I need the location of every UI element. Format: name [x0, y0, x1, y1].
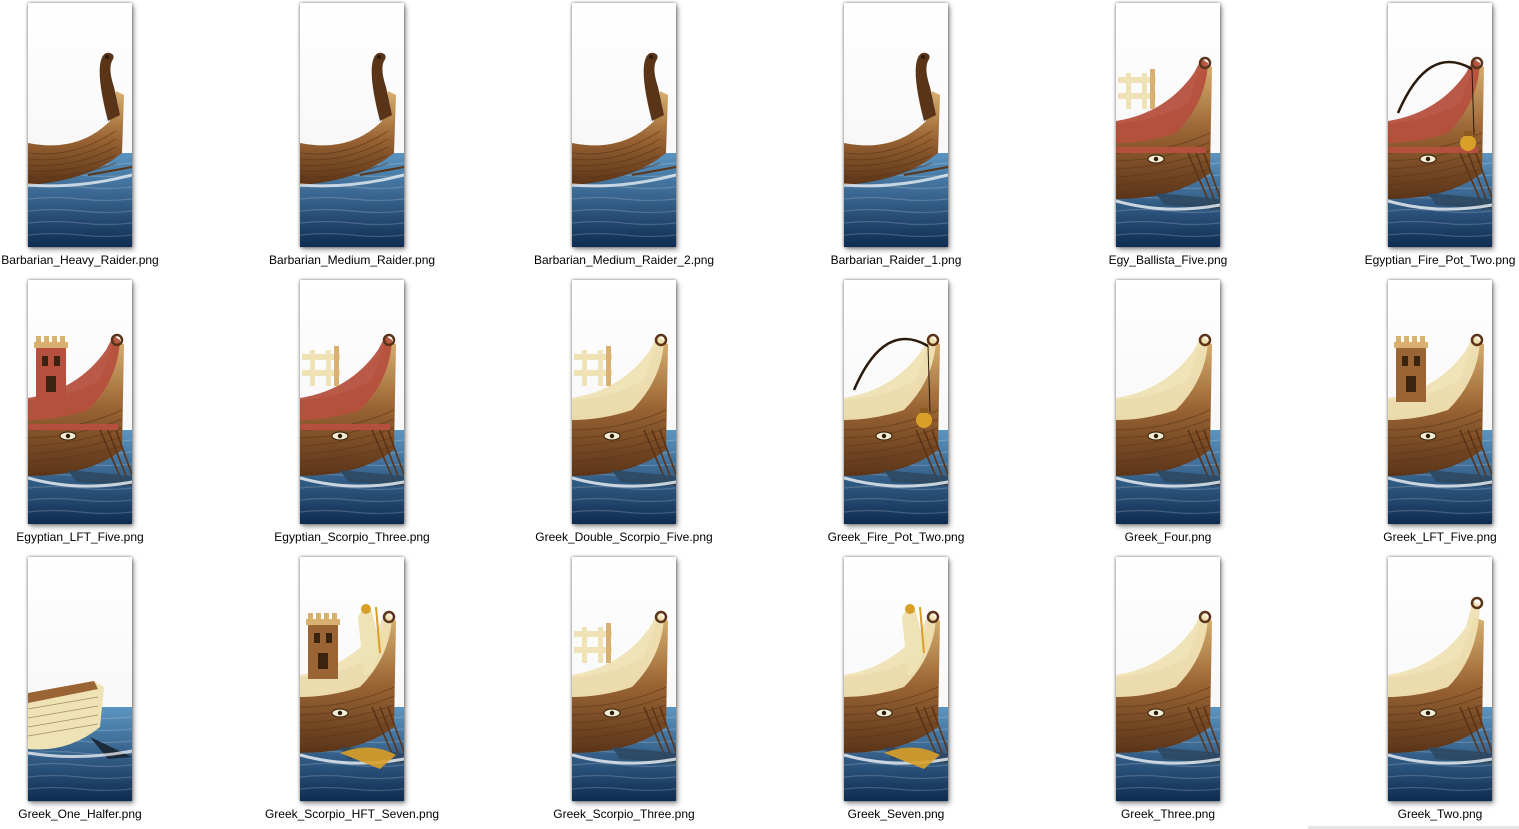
file-item[interactable]: Barbarian_Raider_1.png — [806, 0, 986, 272]
file-thumbnail[interactable] — [1388, 557, 1492, 801]
file-thumbnail[interactable] — [1116, 557, 1220, 801]
file-item[interactable]: Greek_Two.png — [1350, 554, 1519, 826]
file-grid: Barbarian_Heavy_Raider.png Barbarian_Medi… — [0, 0, 1519, 829]
file-name-label[interactable]: Greek_Seven.png — [798, 807, 994, 821]
file-item[interactable]: Barbarian_Medium_Raider.png — [262, 0, 442, 272]
file-thumbnail[interactable] — [844, 3, 948, 247]
file-name-label[interactable]: Egyptian_Scorpio_Three.png — [254, 530, 450, 544]
file-item[interactable]: Greek_Scorpio_Three.png — [534, 554, 714, 826]
ship-thumbnail-image — [572, 280, 676, 524]
file-name-label[interactable]: Egyptian_Fire_Pot_Two.png — [1342, 253, 1519, 267]
file-thumbnail[interactable] — [572, 280, 676, 524]
ship-thumbnail-image — [844, 280, 948, 524]
file-item[interactable]: Greek_LFT_Five.png — [1350, 277, 1519, 549]
file-thumbnail[interactable] — [1388, 280, 1492, 524]
file-item[interactable]: Egyptian_Scorpio_Three.png — [262, 277, 442, 549]
ship-thumbnail-image — [1116, 557, 1220, 801]
file-thumbnail[interactable] — [300, 3, 404, 247]
file-name-label[interactable]: Barbarian_Heavy_Raider.png — [0, 253, 178, 267]
file-thumbnail[interactable] — [572, 3, 676, 247]
ship-thumbnail-image — [572, 557, 676, 801]
ship-thumbnail-image — [28, 280, 132, 524]
ship-thumbnail-image — [1388, 280, 1492, 524]
file-name-label[interactable]: Greek_LFT_Five.png — [1342, 530, 1519, 544]
file-name-label[interactable]: Egy_Ballista_Five.png — [1070, 253, 1266, 267]
file-thumbnail[interactable] — [300, 557, 404, 801]
file-item[interactable]: Greek_One_Halfer.png — [0, 554, 170, 826]
file-thumbnail[interactable] — [572, 557, 676, 801]
file-item[interactable]: Greek_Four.png — [1078, 277, 1258, 549]
file-name-label[interactable]: Greek_Two.png — [1342, 807, 1519, 821]
file-item[interactable]: Greek_Scorpio_HFT_Seven.png — [262, 554, 442, 826]
ship-thumbnail-image — [300, 3, 404, 247]
ship-thumbnail-image — [28, 3, 132, 247]
ship-thumbnail-image — [572, 3, 676, 247]
file-thumbnail[interactable] — [28, 3, 132, 247]
file-item[interactable]: Egy_Ballista_Five.png — [1078, 0, 1258, 272]
file-item[interactable]: Egyptian_Fire_Pot_Two.png — [1350, 0, 1519, 272]
file-thumbnail[interactable] — [844, 557, 948, 801]
file-name-label[interactable]: Egyptian_LFT_Five.png — [0, 530, 178, 544]
ship-thumbnail-image — [300, 557, 404, 801]
file-name-label[interactable]: Greek_Double_Scorpio_Five.png — [526, 530, 722, 544]
ship-thumbnail-image — [1116, 280, 1220, 524]
file-thumbnail[interactable] — [28, 557, 132, 801]
file-name-label[interactable]: Greek_Three.png — [1070, 807, 1266, 821]
file-thumbnail[interactable] — [844, 280, 948, 524]
file-item[interactable]: Greek_Fire_Pot_Two.png — [806, 277, 986, 549]
file-thumbnail[interactable] — [28, 280, 132, 524]
file-thumbnail[interactable] — [1116, 3, 1220, 247]
file-name-label[interactable]: Greek_One_Halfer.png — [0, 807, 178, 821]
file-thumbnail[interactable] — [1116, 280, 1220, 524]
file-thumbnail[interactable] — [1388, 3, 1492, 247]
ship-thumbnail-image — [1388, 3, 1492, 247]
ship-thumbnail-image — [28, 557, 132, 801]
file-name-label[interactable]: Barbarian_Medium_Raider.png — [254, 253, 450, 267]
ship-thumbnail-image — [300, 280, 404, 524]
ship-thumbnail-image — [1116, 3, 1220, 247]
ship-thumbnail-image — [844, 3, 948, 247]
file-item[interactable]: Barbarian_Heavy_Raider.png — [0, 0, 170, 272]
file-item[interactable]: Egyptian_LFT_Five.png — [0, 277, 170, 549]
file-name-label[interactable]: Greek_Fire_Pot_Two.png — [798, 530, 994, 544]
file-name-label[interactable]: Greek_Scorpio_Three.png — [526, 807, 722, 821]
file-thumbnail[interactable] — [300, 280, 404, 524]
file-name-label[interactable]: Greek_Scorpio_HFT_Seven.png — [254, 807, 450, 821]
ship-thumbnail-image — [1388, 557, 1492, 801]
file-item[interactable]: Greek_Seven.png — [806, 554, 986, 826]
file-name-label[interactable]: Greek_Four.png — [1070, 530, 1266, 544]
file-item[interactable]: Barbarian_Medium_Raider_2.png — [534, 0, 714, 272]
file-name-label[interactable]: Barbarian_Medium_Raider_2.png — [526, 253, 722, 267]
file-name-label[interactable]: Barbarian_Raider_1.png — [798, 253, 994, 267]
ship-thumbnail-image — [844, 557, 948, 801]
file-item[interactable]: Greek_Three.png — [1078, 554, 1258, 826]
file-item[interactable]: Greek_Double_Scorpio_Five.png — [534, 277, 714, 549]
